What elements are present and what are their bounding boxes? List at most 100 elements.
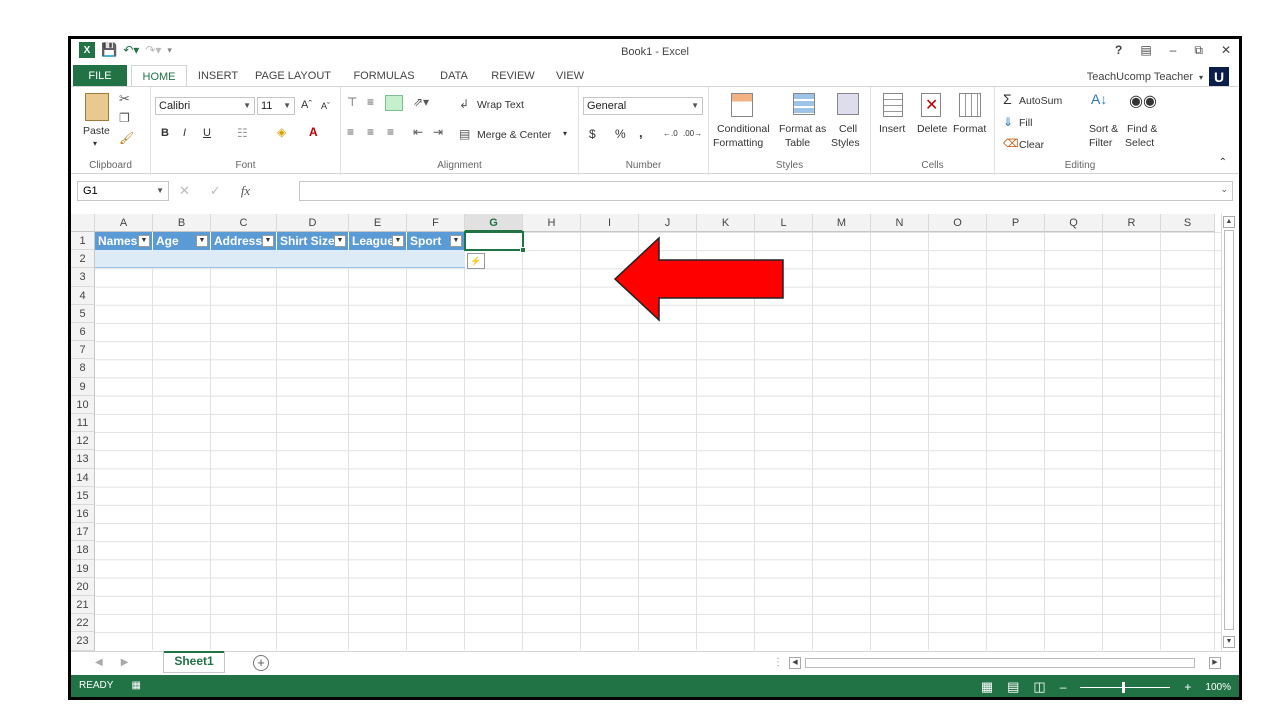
row-header-20[interactable]: 20	[71, 577, 95, 596]
font-color-icon[interactable]: A	[309, 125, 318, 139]
row-header-13[interactable]: 13	[71, 450, 95, 469]
decrease-font-icon[interactable]: Aˇ	[321, 101, 330, 111]
column-header-p[interactable]: P	[987, 214, 1045, 232]
filter-dropdown-icon[interactable]: ▼	[138, 235, 150, 247]
align-left-icon[interactable]: ≡	[347, 125, 354, 139]
name-box[interactable]: G1 ▼	[77, 181, 169, 201]
zoom-slider[interactable]	[1080, 681, 1171, 693]
horizontal-scrollbar[interactable]: ⋮ ◀ ▶	[773, 657, 1221, 671]
filter-dropdown-icon[interactable]: ▼	[392, 235, 404, 247]
page-break-view-icon[interactable]: ◫	[1033, 679, 1045, 695]
column-header-b[interactable]: B	[153, 214, 211, 232]
autosum-button[interactable]: AutoSum	[1019, 95, 1062, 107]
column-header-a[interactable]: A	[95, 214, 153, 232]
filter-dropdown-icon[interactable]: ▼	[196, 235, 208, 247]
currency-button[interactable]: $	[589, 127, 596, 141]
comma-button[interactable]: ,	[639, 125, 643, 140]
row-header-14[interactable]: 14	[71, 468, 95, 487]
paste-icon[interactable]	[85, 93, 109, 121]
table-header-cell[interactable]: Shirt Size ▼	[277, 232, 349, 251]
decrease-decimal-icon[interactable]: .00→	[683, 129, 702, 138]
tab-insert[interactable]: INSERT	[189, 65, 247, 87]
tab-view[interactable]: VIEW	[547, 65, 593, 87]
row-header-8[interactable]: 8	[71, 359, 95, 378]
column-header-j[interactable]: J	[639, 214, 697, 232]
column-header-q[interactable]: Q	[1045, 214, 1103, 232]
row-header-17[interactable]: 17	[71, 523, 95, 542]
increase-decimal-icon[interactable]: ←.0	[663, 129, 678, 138]
normal-view-icon[interactable]: ▦	[981, 679, 993, 695]
formula-input[interactable]: ⌄	[299, 181, 1233, 201]
autocorrect-options-icon[interactable]: ⚡	[467, 253, 485, 269]
table-data-row[interactable]	[95, 250, 465, 269]
insert-button[interactable]: Insert	[879, 123, 905, 135]
column-header-n[interactable]: N	[871, 214, 929, 232]
cancel-icon[interactable]: ✕	[179, 183, 190, 199]
add-sheet-icon[interactable]: +	[253, 655, 269, 671]
column-header-m[interactable]: M	[813, 214, 871, 232]
table-header-cell[interactable]: League ▼	[349, 232, 407, 251]
scroll-left-icon[interactable]: ◀	[789, 657, 801, 669]
row-header-12[interactable]: 12	[71, 432, 95, 451]
clear-button[interactable]: Clear	[1019, 139, 1044, 151]
row-header-2[interactable]: 2	[71, 250, 95, 269]
sheet-tab-sheet1[interactable]: Sheet1	[163, 651, 225, 673]
font-name-combo[interactable]: Calibri ▼	[155, 97, 255, 115]
macro-record-icon[interactable]: ▦	[131, 680, 140, 691]
zoom-level[interactable]: 100%	[1205, 682, 1231, 693]
row-header-15[interactable]: 15	[71, 486, 95, 505]
column-header-o[interactable]: O	[929, 214, 987, 232]
wrap-text-button[interactable]: Wrap Text	[477, 99, 524, 111]
column-header-e[interactable]: E	[349, 214, 407, 232]
row-header-9[interactable]: 9	[71, 377, 95, 396]
align-right-icon[interactable]: ≡	[387, 125, 394, 139]
splitter-icon[interactable]: ⋮	[773, 657, 783, 668]
row-header-16[interactable]: 16	[71, 505, 95, 524]
copy-icon[interactable]: ❐	[119, 111, 130, 125]
row-header-23[interactable]: 23	[71, 632, 95, 651]
paste-dropdown-icon[interactable]: ▾	[93, 139, 97, 148]
number-format-combo[interactable]: General ▼	[583, 97, 703, 115]
align-top-icon[interactable]: ⊤	[347, 95, 357, 109]
vertical-scrollbar[interactable]: ▲ ▼	[1221, 214, 1235, 650]
horizontal-scroll-thumb[interactable]	[805, 658, 1195, 668]
row-header-1[interactable]: 1	[71, 232, 95, 251]
column-header-i[interactable]: I	[581, 214, 639, 232]
clear-icon[interactable]: ⌫	[1003, 137, 1019, 150]
scroll-up-icon[interactable]: ▲	[1223, 216, 1235, 228]
cut-icon[interactable]: ✂	[119, 91, 130, 107]
filter-dropdown-icon[interactable]: ▼	[262, 235, 274, 247]
row-header-10[interactable]: 10	[71, 395, 95, 414]
format-button[interactable]: Format	[953, 123, 986, 135]
filter-dropdown-icon[interactable]: ▼	[334, 235, 346, 247]
percent-button[interactable]: %	[615, 127, 626, 141]
align-middle-icon[interactable]: ≡	[367, 95, 374, 109]
tab-review[interactable]: REVIEW	[485, 65, 541, 87]
vertical-scroll-thumb[interactable]	[1224, 230, 1234, 630]
close-icon[interactable]: ✕	[1221, 43, 1231, 58]
font-size-combo[interactable]: 11 ▼	[257, 97, 295, 115]
row-header-5[interactable]: 5	[71, 304, 95, 323]
prev-sheet-icon[interactable]: ◀	[95, 657, 103, 668]
row-header-21[interactable]: 21	[71, 596, 95, 615]
minimize-icon[interactable]: –	[1170, 43, 1177, 58]
delete-button[interactable]: Delete	[917, 123, 947, 135]
column-header-d[interactable]: D	[277, 214, 349, 232]
tab-data[interactable]: DATA	[431, 65, 477, 87]
tab-page-layout[interactable]: PAGE LAYOUT	[251, 65, 335, 87]
fill-icon[interactable]: ⇓	[1003, 115, 1013, 129]
tab-formulas[interactable]: FORMULAS	[349, 65, 419, 87]
column-header-l[interactable]: L	[755, 214, 813, 232]
user-account[interactable]: TeachUcomp Teacher ▾ U	[1087, 67, 1229, 87]
row-header-22[interactable]: 22	[71, 614, 95, 633]
ribbon-display-icon[interactable]: ▤	[1140, 43, 1151, 58]
underline-button[interactable]: U	[203, 127, 211, 139]
increase-indent-icon[interactable]: ⇥	[433, 125, 443, 139]
autosum-icon[interactable]: Σ	[1003, 91, 1012, 107]
fill-color-icon[interactable]: ◈	[277, 125, 286, 139]
align-center-icon[interactable]: ≡	[367, 125, 374, 139]
zoom-in-icon[interactable]: +	[1184, 680, 1191, 694]
format-painter-icon[interactable]: 🖌	[119, 131, 134, 145]
table-header-cell[interactable]: Address ▼	[211, 232, 277, 251]
page-layout-view-icon[interactable]: ▤	[1007, 679, 1019, 695]
